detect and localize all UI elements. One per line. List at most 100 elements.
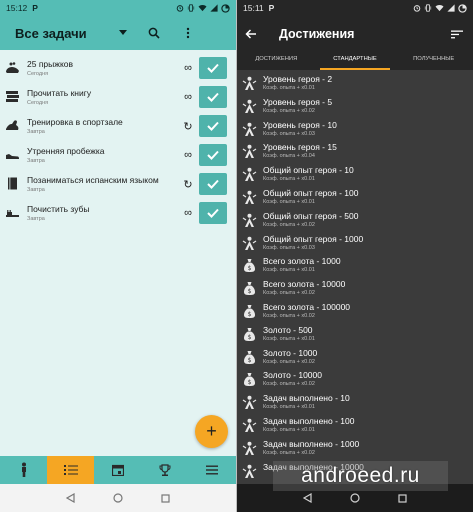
filter-title[interactable]: Все задачи (15, 26, 87, 41)
complete-task-button[interactable] (199, 115, 227, 137)
achievement-item[interactable]: Уровень героя - 2 Коэф. опыта + x0.01 (237, 72, 473, 95)
achievement-name: Золото - 10000 (263, 370, 322, 381)
menu-icon (206, 465, 219, 475)
complete-task-button[interactable] (199, 173, 227, 195)
alarm-icon (413, 5, 421, 12)
home-circle-icon[interactable] (350, 493, 360, 503)
achievement-item[interactable]: $ Золото - 1000 Коэф. опыта + x0.02 (237, 346, 473, 369)
task-item[interactable]: Утренняя пробежка Завтра ∞ (0, 142, 236, 171)
achievement-item[interactable]: Задач выполнено - 10 Коэф. опыта + x0.01 (237, 391, 473, 414)
achievement-item[interactable]: $ Всего золота - 1000 Коэф. опыта + x0.01 (237, 254, 473, 277)
infinity-repeat-icon: ∞ (184, 91, 192, 103)
hero-icon (242, 167, 257, 182)
task-item[interactable]: Тренировка в спортзале Завтра ↻ (0, 113, 236, 142)
calendar-icon (112, 464, 124, 476)
achievement-reward: Коэф. опыта + x0.02 (263, 449, 315, 456)
achievement-item[interactable]: $ Всего золота - 100000 Коэф. опыта + x0.0… (237, 300, 473, 323)
footprint-icon (6, 62, 19, 73)
person-icon (21, 462, 26, 477)
achievement-name: Золото - 500 (263, 324, 313, 335)
achievement-item[interactable]: Уровень героя - 10 Коэф. опыта + x0.03 (237, 118, 473, 141)
tab-achievements[interactable]: ДОСТИЖЕНИЯ (237, 52, 316, 70)
svg-text:$: $ (248, 288, 252, 295)
status-time: 15:12 (6, 3, 28, 13)
achievement-item[interactable]: Задач выполнено - 100 Коэф. опыта + x0.01 (237, 414, 473, 437)
money-bag-icon: $ (244, 282, 255, 296)
task-due: Завтра (27, 129, 45, 135)
check-icon (207, 179, 219, 189)
check-icon (207, 63, 219, 73)
achievement-item[interactable]: Общий опыт героя - 100 Коэф. опыта + x0.0… (237, 186, 473, 209)
sort-icon[interactable] (451, 27, 465, 41)
system-navigation-bar (0, 484, 236, 512)
hero-icon (242, 99, 257, 113)
recents-square-icon[interactable] (398, 493, 407, 503)
complete-task-button[interactable] (199, 86, 227, 108)
hero-icon (242, 236, 257, 250)
achievement-item[interactable]: Уровень героя - 5 Коэф. опыта + x0.02 (237, 95, 473, 118)
task-item[interactable]: 25 прыжков Сегодня ∞ (0, 55, 236, 84)
achievement-name: Золото - 1000 (263, 347, 318, 358)
achievement-reward: Коэф. опыта + x0.02 (263, 107, 315, 114)
nav-calendar[interactable] (94, 456, 141, 484)
achievement-item[interactable]: Общий опыт героя - 500 Коэф. опыта + x0.0… (237, 209, 473, 232)
p-notification-icon: P (268, 3, 275, 13)
achievement-name: Всего золота - 1000 (263, 256, 341, 267)
infinity-repeat-icon: ∞ (184, 149, 192, 161)
tab-standard[interactable]: СТАНДАРТНЫЕ (316, 52, 395, 70)
back-triangle-icon[interactable] (303, 493, 312, 503)
recents-square-icon[interactable] (161, 493, 170, 503)
complete-task-button[interactable] (199, 57, 227, 79)
achievement-reward: Коэф. опыта + x0.01 (263, 199, 315, 205)
check-icon (207, 92, 219, 102)
search-icon[interactable] (147, 26, 161, 40)
nav-hero[interactable] (0, 456, 47, 484)
more-vert-icon[interactable] (181, 26, 195, 40)
bottom-navigation (0, 456, 236, 484)
nav-tasks[interactable] (47, 456, 95, 484)
hero-icon (242, 145, 257, 159)
back-arrow-icon[interactable] (245, 27, 259, 41)
books-icon (6, 91, 19, 102)
achievement-item[interactable]: Задач выполнено - 1000 Коэф. опыта + x0.0… (237, 437, 473, 460)
svg-text:$: $ (248, 265, 252, 272)
achievement-name: Всего золота - 100000 (263, 302, 351, 312)
achievement-name: Общий опыт героя - 100 (263, 188, 359, 198)
hero-icon (242, 464, 257, 478)
task-item[interactable]: Почистить зубы Завтра ∞ (0, 200, 236, 229)
nav-menu[interactable] (189, 456, 236, 484)
complete-task-button[interactable] (199, 144, 227, 166)
dropdown-arrow-icon[interactable] (118, 30, 127, 36)
task-item[interactable]: Позаниматься испанским языком Завтра ↻ (0, 171, 236, 200)
home-circle-icon[interactable] (113, 493, 123, 503)
task-item[interactable]: Прочитать книгу Сегодня ∞ (0, 84, 236, 113)
nav-achievements[interactable] (142, 456, 189, 484)
hero-icon (242, 395, 257, 410)
achievement-item[interactable]: Общий опыт героя - 1000 Коэф. опыта + x0.… (237, 232, 473, 255)
achievement-item[interactable]: $ Золото - 10000 Коэф. опыта + x0.02 (237, 368, 473, 391)
hero-icon (242, 418, 257, 432)
vibrate-icon (424, 4, 432, 12)
achievements-app-bar: Достижения (237, 16, 473, 52)
tab-received[interactable]: ПОЛУЧЕННЫЕ (394, 52, 473, 70)
achievement-name: Задач выполнено - 1000 (263, 438, 360, 449)
svg-text:$: $ (248, 334, 252, 341)
achievement-item[interactable]: Уровень героя - 15 Коэф. опыта + x0.04 (237, 140, 473, 163)
money-bag-icon: $ (244, 259, 255, 273)
achievement-item[interactable]: Общий опыт героя - 10 Коэф. опыта + x0.01 (237, 163, 473, 186)
money-bag-icon: $ (244, 305, 255, 318)
status-bar: 15:12 P (0, 0, 236, 16)
complete-task-button[interactable] (199, 202, 227, 224)
achievement-item[interactable]: $ Всего золота - 10000 Коэф. опыта + x0.02 (237, 277, 473, 300)
back-triangle-icon[interactable] (66, 493, 75, 503)
achievement-reward: Коэф. опыта + x0.01 (263, 85, 315, 91)
task-due: Сегодня (27, 100, 49, 106)
money-bag-icon: $ (244, 350, 255, 364)
add-task-button[interactable]: + (195, 415, 228, 448)
achievement-reward: Коэф. опыта + x0.01 (263, 267, 315, 274)
trophy-icon (159, 463, 171, 476)
achievement-item[interactable]: $ Золото - 500 Коэф. опыта + x0.01 (237, 323, 473, 346)
achievement-name: Всего золота - 10000 (263, 279, 346, 290)
page-title: Достижения (279, 27, 355, 41)
watermark: androeed.ru (273, 461, 448, 491)
